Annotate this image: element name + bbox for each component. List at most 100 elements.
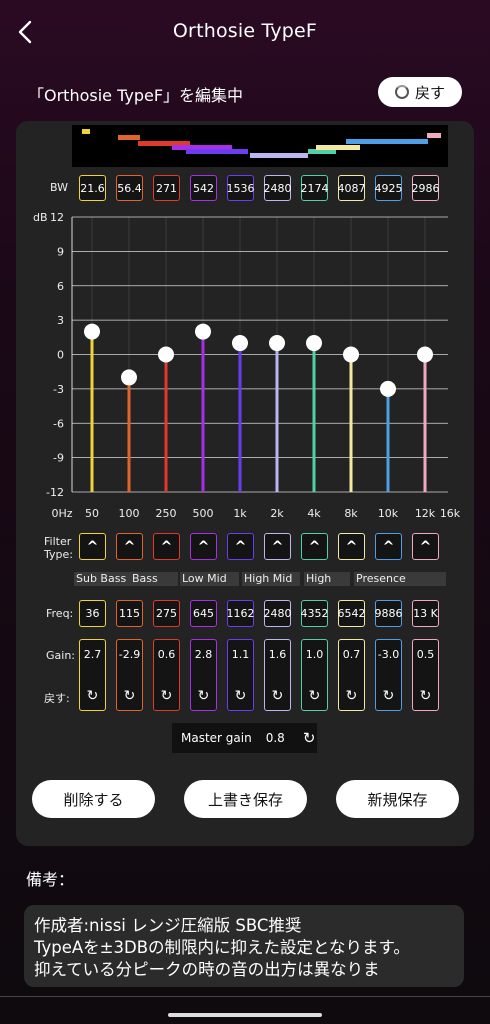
reset-icon[interactable]: ↻ <box>413 688 438 704</box>
band-name-high-mid: High Mid <box>242 572 300 586</box>
save-new-button[interactable]: 新規保存 <box>336 780 459 818</box>
reset-icon[interactable]: ↻ <box>303 729 316 747</box>
gain-value[interactable]: 1.1 <box>228 648 253 661</box>
y-tick-label: 0 <box>57 349 64 362</box>
filter-type-button[interactable]: ^ <box>264 533 291 560</box>
db-label: dB <box>33 211 48 224</box>
reset-icon[interactable]: ↻ <box>117 688 142 704</box>
bw-value[interactable]: 4087 <box>338 175 366 201</box>
gain-value[interactable]: 1.6 <box>265 648 290 661</box>
freq-value[interactable]: 1162 <box>227 600 255 627</box>
bw-value[interactable]: 271 <box>153 175 180 201</box>
band-handle[interactable] <box>306 335 322 352</box>
reset-button-label: 戻す <box>414 83 445 102</box>
gain-box: 2.7 ↻ <box>79 639 106 711</box>
filter-type-button[interactable]: ^ <box>338 533 365 560</box>
band-name-high: High <box>304 572 350 586</box>
gain-value[interactable]: 0.5 <box>413 648 438 661</box>
x-tick-label: 8k <box>344 507 358 520</box>
reset-icon[interactable]: ↻ <box>339 688 364 704</box>
band-overview-segment <box>82 129 90 134</box>
band-handle[interactable] <box>269 335 285 352</box>
band-handle[interactable] <box>84 323 100 340</box>
gain-value[interactable]: -3.0 <box>376 648 401 661</box>
band-name-presence: Presence <box>354 572 446 586</box>
master-gain[interactable]: Master gain 0.8 ↻ <box>172 723 317 753</box>
bw-value[interactable]: 2480 <box>264 175 292 201</box>
reset-icon[interactable]: ↻ <box>191 688 216 704</box>
gain-box: 1.6 ↻ <box>264 639 291 711</box>
bw-value[interactable]: 56.4 <box>116 175 143 201</box>
gain-value[interactable]: 2.8 <box>191 648 216 661</box>
master-gain-value: 0.8 <box>265 731 285 745</box>
band-handle[interactable] <box>232 335 248 352</box>
band-handle[interactable] <box>195 323 211 340</box>
bw-value[interactable]: 2986 <box>412 175 440 201</box>
band-handle[interactable] <box>343 346 359 363</box>
freq-label: Freq: <box>46 607 74 620</box>
filter-type-button[interactable]: ^ <box>190 533 217 560</box>
y-tick-label: 12 <box>50 211 64 224</box>
y-tick-label: -12 <box>46 486 64 499</box>
band-handle[interactable] <box>121 369 137 386</box>
band-handle[interactable] <box>380 380 396 397</box>
freq-value[interactable]: 645 <box>190 600 217 627</box>
filter-type-button[interactable]: ^ <box>79 533 106 560</box>
notes-label: 備考： <box>26 870 75 889</box>
band-name-low-mid: Low Mid <box>180 572 239 586</box>
y-tick-label: -9 <box>53 452 64 465</box>
home-indicator[interactable] <box>168 1013 322 1017</box>
freq-value[interactable]: 115 <box>116 600 143 627</box>
gain-box: 1.1 ↻ <box>227 639 254 711</box>
freq-value[interactable]: 36 <box>79 600 106 627</box>
bw-value[interactable]: 2174 <box>301 175 329 201</box>
x-tick-label: 10k <box>378 507 399 520</box>
top-bar: Orthosie TypeF <box>0 0 490 64</box>
gain-value[interactable]: 1.0 <box>302 648 327 661</box>
band-overview-segment <box>186 149 248 154</box>
freq-value[interactable]: 2480 <box>264 600 292 627</box>
strip-background <box>72 125 448 167</box>
filter-type-button[interactable]: ^ <box>301 533 328 560</box>
freq-value[interactable]: 13 K <box>412 600 439 627</box>
reset-button[interactable]: 戻す <box>378 77 462 107</box>
band-overview-segment <box>427 133 441 138</box>
gain-value[interactable]: 0.7 <box>339 648 364 661</box>
filter-type-button[interactable]: ^ <box>227 533 254 560</box>
bw-value[interactable]: 4925 <box>375 175 403 201</box>
divider <box>0 996 490 997</box>
reset-icon[interactable]: ↻ <box>376 688 401 704</box>
band-overview-segment <box>118 135 140 140</box>
band-overview-segment <box>250 153 308 158</box>
reset-icon[interactable]: ↻ <box>80 688 105 704</box>
reset-icon[interactable]: ↻ <box>265 688 290 704</box>
gain-value[interactable]: -2.9 <box>117 648 142 661</box>
delete-button[interactable]: 削除する <box>32 780 155 818</box>
freq-value[interactable]: 6542 <box>338 600 366 627</box>
bw-label: BW <box>50 181 69 194</box>
overwrite-save-button[interactable]: 上書き保存 <box>184 780 307 818</box>
bw-value[interactable]: 1536 <box>227 175 255 201</box>
filter-type-button[interactable]: ^ <box>153 533 180 560</box>
master-gain-label: Master gain <box>181 731 252 745</box>
freq-value[interactable]: 9886 <box>375 600 403 627</box>
gain-value[interactable]: 0.6 <box>154 648 179 661</box>
y-tick-label: -6 <box>53 417 64 430</box>
eq-chart[interactable]: 12 9 6 3 0 -3 -6 -9 -12 dB 0Hz 16k 50 100 250 500 1k 2k 4k… <box>0 205 490 525</box>
band-handle[interactable] <box>158 346 174 363</box>
filter-type-button[interactable]: ^ <box>116 533 143 560</box>
band-handle[interactable] <box>417 346 433 363</box>
gain-box: -3.0 ↻ <box>375 639 402 711</box>
reset-icon[interactable]: ↻ <box>154 688 179 704</box>
gain-value[interactable]: 2.7 <box>80 648 105 661</box>
filter-type-button[interactable]: ^ <box>412 533 439 560</box>
bw-value[interactable]: 21.6 <box>79 175 106 201</box>
x-tick-label: 4k <box>307 507 321 520</box>
freq-value[interactable]: 275 <box>153 600 180 627</box>
filter-type-button[interactable]: ^ <box>375 533 402 560</box>
freq-value[interactable]: 4352 <box>301 600 329 627</box>
reset-icon[interactable]: ↻ <box>228 688 253 704</box>
gain-box: 0.6 ↻ <box>153 639 180 711</box>
reset-icon[interactable]: ↻ <box>302 688 327 704</box>
bw-value[interactable]: 542 <box>190 175 217 201</box>
